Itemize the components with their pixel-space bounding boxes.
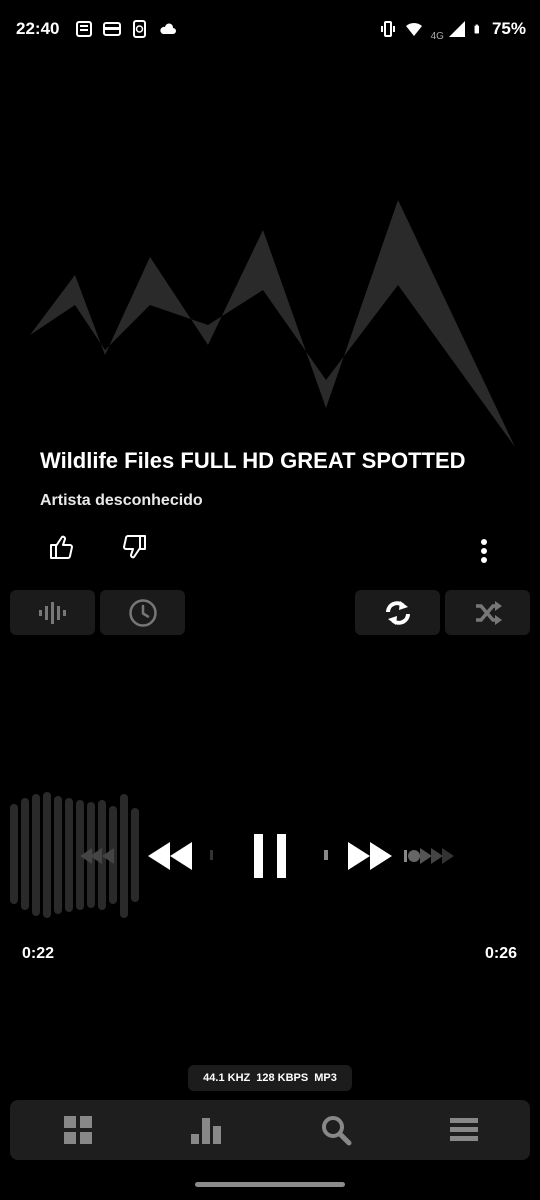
- menu-icon[interactable]: [448, 1114, 480, 1146]
- forward-trail-icon: [404, 848, 454, 864]
- rewind-icon[interactable]: [146, 840, 194, 872]
- battery-icon: [474, 24, 479, 34]
- repeat-button[interactable]: [355, 590, 440, 635]
- codec: MP3: [314, 1072, 337, 1084]
- search-icon[interactable]: [320, 1114, 352, 1146]
- rewind-trail-icon: [80, 848, 114, 864]
- vibrate-icon: [380, 21, 395, 37]
- pause-icon[interactable]: [250, 832, 290, 880]
- sample-rate: 44.1 KHZ: [203, 1072, 251, 1084]
- status-bar: 22:40 4G 75%: [0, 0, 540, 58]
- track-artist[interactable]: Artista desconhecido: [40, 492, 203, 510]
- progress-tick-right: [324, 850, 328, 860]
- format-info[interactable]: 44.1 KHZ 128 KBPS MP3: [188, 1065, 352, 1091]
- thumb-up-icon[interactable]: [48, 533, 76, 561]
- bottom-nav: [10, 1100, 530, 1160]
- equalizer-icon: [38, 601, 66, 624]
- thumb-down-icon[interactable]: [120, 533, 148, 561]
- bitrate: 128 KBPS: [256, 1072, 309, 1084]
- signal-icon: [448, 21, 465, 37]
- cloud-icon: [160, 23, 177, 34]
- wifi-icon: [405, 22, 422, 36]
- shuffle-button[interactable]: [445, 590, 530, 635]
- bars-icon[interactable]: [190, 1114, 222, 1146]
- repeat-icon: [385, 600, 410, 625]
- status-right: 4G 75%: [379, 17, 526, 42]
- news-icon: [76, 21, 93, 37]
- phone-sync-icon: [133, 20, 147, 38]
- shuffle-icon: [475, 600, 502, 625]
- status-time: 22:40: [16, 19, 60, 38]
- track-title: Wildlife Files FULL HD GREAT SPOTTED: [40, 448, 466, 473]
- equalizer-button[interactable]: [10, 590, 95, 635]
- fast-forward-icon[interactable]: [346, 840, 394, 872]
- more-options-icon[interactable]: [474, 537, 494, 565]
- album-art: [30, 200, 515, 447]
- status-left: 22:40: [16, 19, 177, 39]
- progress-tick-left: [210, 850, 213, 860]
- grid-icon[interactable]: [62, 1114, 94, 1146]
- album-art-shape: [30, 200, 515, 447]
- sleep-timer-button[interactable]: [100, 590, 185, 635]
- elapsed-time: 0:22: [22, 945, 55, 962]
- wallet-icon: [103, 22, 122, 36]
- sleep-timer-icon: [128, 598, 157, 627]
- transport-controls: [0, 820, 540, 890]
- total-time: 0:26: [484, 945, 517, 962]
- network-type: 4G: [430, 30, 444, 42]
- home-indicator[interactable]: [195, 1182, 345, 1187]
- battery-level: 75%: [491, 19, 526, 38]
